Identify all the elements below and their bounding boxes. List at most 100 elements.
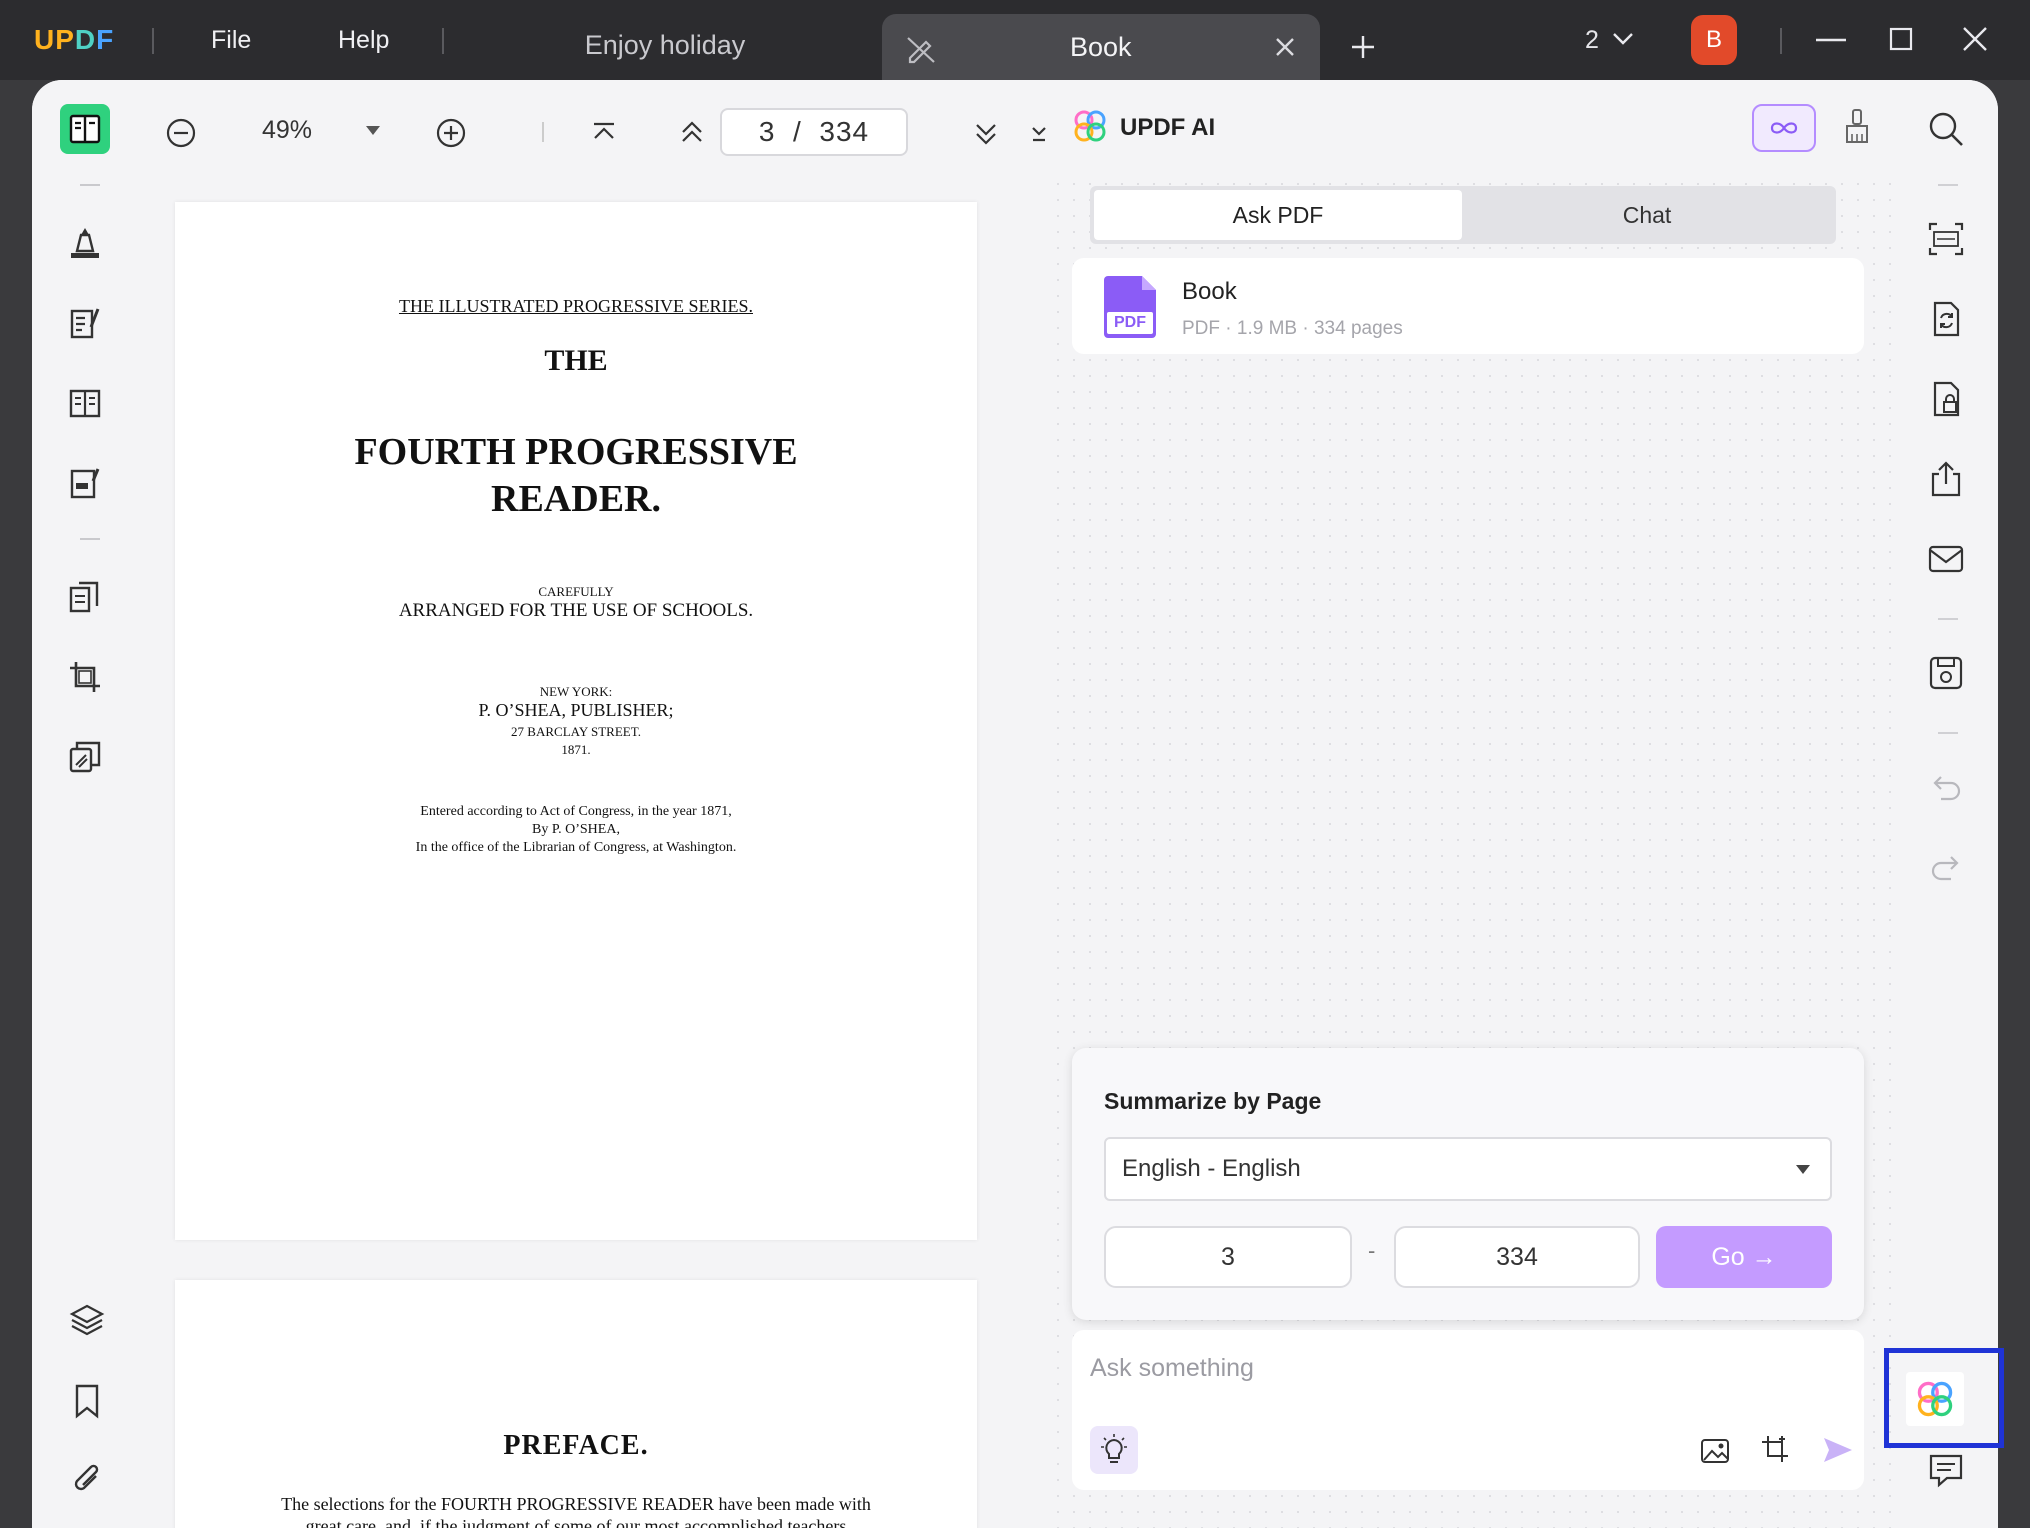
fill-sign-button[interactable] [60,458,110,508]
go-button[interactable]: Go → [1656,1226,1832,1288]
minimize-icon[interactable] [1816,38,1846,42]
ask-input-box[interactable]: Ask something [1072,1330,1864,1490]
file-name: Book [1182,278,1237,305]
menu-help[interactable]: Help [338,26,389,55]
page-from-input[interactable]: 3 [1104,1226,1352,1288]
ai-mode-switch: Ask PDF Chat [1090,186,1836,244]
menu-file[interactable]: File [211,26,251,55]
page-number-field[interactable]: 3 / 334 [720,108,908,156]
undo-icon[interactable] [1927,770,1965,808]
book-title: FOURTH PROGRESSIVE [354,431,798,473]
chevron-down-icon[interactable] [1612,32,1634,46]
layers-icon[interactable] [69,1302,105,1338]
pdf-file-icon: PDF [1104,276,1156,338]
toolbar-separator [1938,732,1958,734]
pages-icon [69,581,99,613]
preface-line: great care, and, if the judgment of some… [305,1516,847,1528]
app-window: 49% 3 / 334 THE ILLUSTRATED PROGRESSIVE … [32,80,1998,1528]
file-card[interactable]: PDF Book PDF · 1.9 MB · 334 pages [1072,258,1864,354]
page-to-input[interactable]: 334 [1394,1226,1640,1288]
share-icon[interactable] [1927,460,1965,498]
user-avatar[interactable]: B [1691,15,1737,65]
zoom-in-icon[interactable] [436,118,466,148]
prompt-ideas-button[interactable] [1090,1426,1138,1474]
tab-chat[interactable]: Chat [1462,190,1832,240]
book-title-the: THE [544,344,608,377]
email-icon[interactable] [1927,540,1965,578]
toolbar-separator [80,184,100,186]
columns-icon [69,389,101,418]
language-value: English - English [1122,1155,1301,1182]
title-separator [442,28,444,54]
comment-list-icon[interactable] [1927,1452,1965,1490]
tab-book[interactable]: Book [882,14,1320,80]
copyright-line: Entered according to Act of Congress, in… [420,804,732,819]
tab-title: Book [1070,32,1132,62]
crop-tool-button[interactable] [60,652,110,702]
page-tools-button[interactable] [60,572,110,622]
language-select[interactable]: English - English [1104,1137,1832,1201]
copyright-line: By P. O’SHEA, [532,822,620,837]
ask-placeholder: Ask something [1090,1354,1254,1382]
dropdown-arrow-icon [1796,1165,1810,1174]
page-separator: / [793,116,802,147]
image-upload-icon[interactable] [1700,1438,1730,1464]
attachment-icon[interactable] [72,1462,104,1498]
ai-panel-header: UPDF AI [1050,80,1892,180]
edit-pdf-button[interactable] [60,298,110,348]
close-window-icon[interactable] [1962,26,1988,52]
screenshot-icon[interactable] [1760,1434,1790,1464]
reader-mode-button[interactable] [60,104,110,154]
search-icon[interactable] [1927,110,1965,148]
toolbar-separator [1938,618,1958,620]
pdf-badge: PDF [1107,312,1153,334]
summarize-card: Summarize by Page English - English 3 - … [1072,1048,1864,1320]
pdf-page[interactable]: PREFACE. The selections for the FOURTH P… [175,1280,977,1528]
send-icon[interactable] [1822,1436,1854,1464]
range-dash: - [1368,1238,1376,1263]
edit-document-icon [70,308,100,339]
tab-ask-pdf[interactable]: Ask PDF [1094,190,1462,240]
highlighter-icon [71,228,99,258]
batch-tool-button[interactable] [60,732,110,782]
convert-icon[interactable] [1927,300,1965,338]
maximize-icon[interactable] [1889,27,1913,51]
last-page-icon[interactable] [1032,124,1046,144]
organize-pages-button[interactable] [60,378,110,428]
series-title: THE ILLUSTRATED PROGRESSIVE SERIES. [398,296,753,316]
toolbar-separator [80,538,100,540]
unlimited-mode-button[interactable] [1752,104,1816,152]
left-toolbar [32,80,144,1528]
ocr-icon[interactable] [1927,220,1965,258]
clear-chat-icon[interactable] [1844,108,1870,144]
new-tab-icon[interactable] [1350,34,1376,60]
tab-enjoy-holiday[interactable]: Enjoy holiday [500,30,830,61]
title-bar: UPDF File Help Enjoy holiday Book 2 B [0,0,2030,80]
pdf-page[interactable]: THE ILLUSTRATED PROGRESSIVE SERIES. THE … [175,202,977,1240]
zoom-level[interactable]: 49% [262,116,312,145]
next-page-icon[interactable] [974,122,998,146]
save-icon[interactable] [1927,654,1965,692]
document-viewer: 49% 3 / 334 THE ILLUSTRATED PROGRESSIVE … [144,80,1050,1528]
ai-panel: UPDF AI Ask PDF Chat PDF Book PDF · 1.9 … [1050,80,1892,1528]
publisher-text: P. O’SHEA, PUBLISHER; [478,700,674,720]
title-separator [1780,28,1782,54]
preface-heading: PREFACE. [503,1430,649,1461]
redo-icon[interactable] [1927,850,1965,888]
lightbulb-icon [1101,1434,1127,1463]
bookmark-icon[interactable] [73,1384,101,1419]
close-tab-icon[interactable] [1272,34,1298,60]
window-count: 2 [1585,26,1599,54]
copyright-line: In the office of the Librarian of Congre… [415,840,737,855]
previous-page-icon[interactable] [680,120,704,144]
layers-stack-icon [69,741,101,773]
zoom-dropdown-icon[interactable] [366,126,380,136]
edit-off-icon [907,37,935,64]
zoom-out-icon[interactable] [166,118,196,148]
protect-icon[interactable] [1927,380,1965,418]
first-page-icon[interactable] [592,122,616,142]
toolbar-separator [542,122,544,142]
comment-tool-button[interactable] [60,218,110,268]
street-text: 27 BARCLAY STREET. [511,724,641,739]
highlight-box [1884,1348,2004,1448]
